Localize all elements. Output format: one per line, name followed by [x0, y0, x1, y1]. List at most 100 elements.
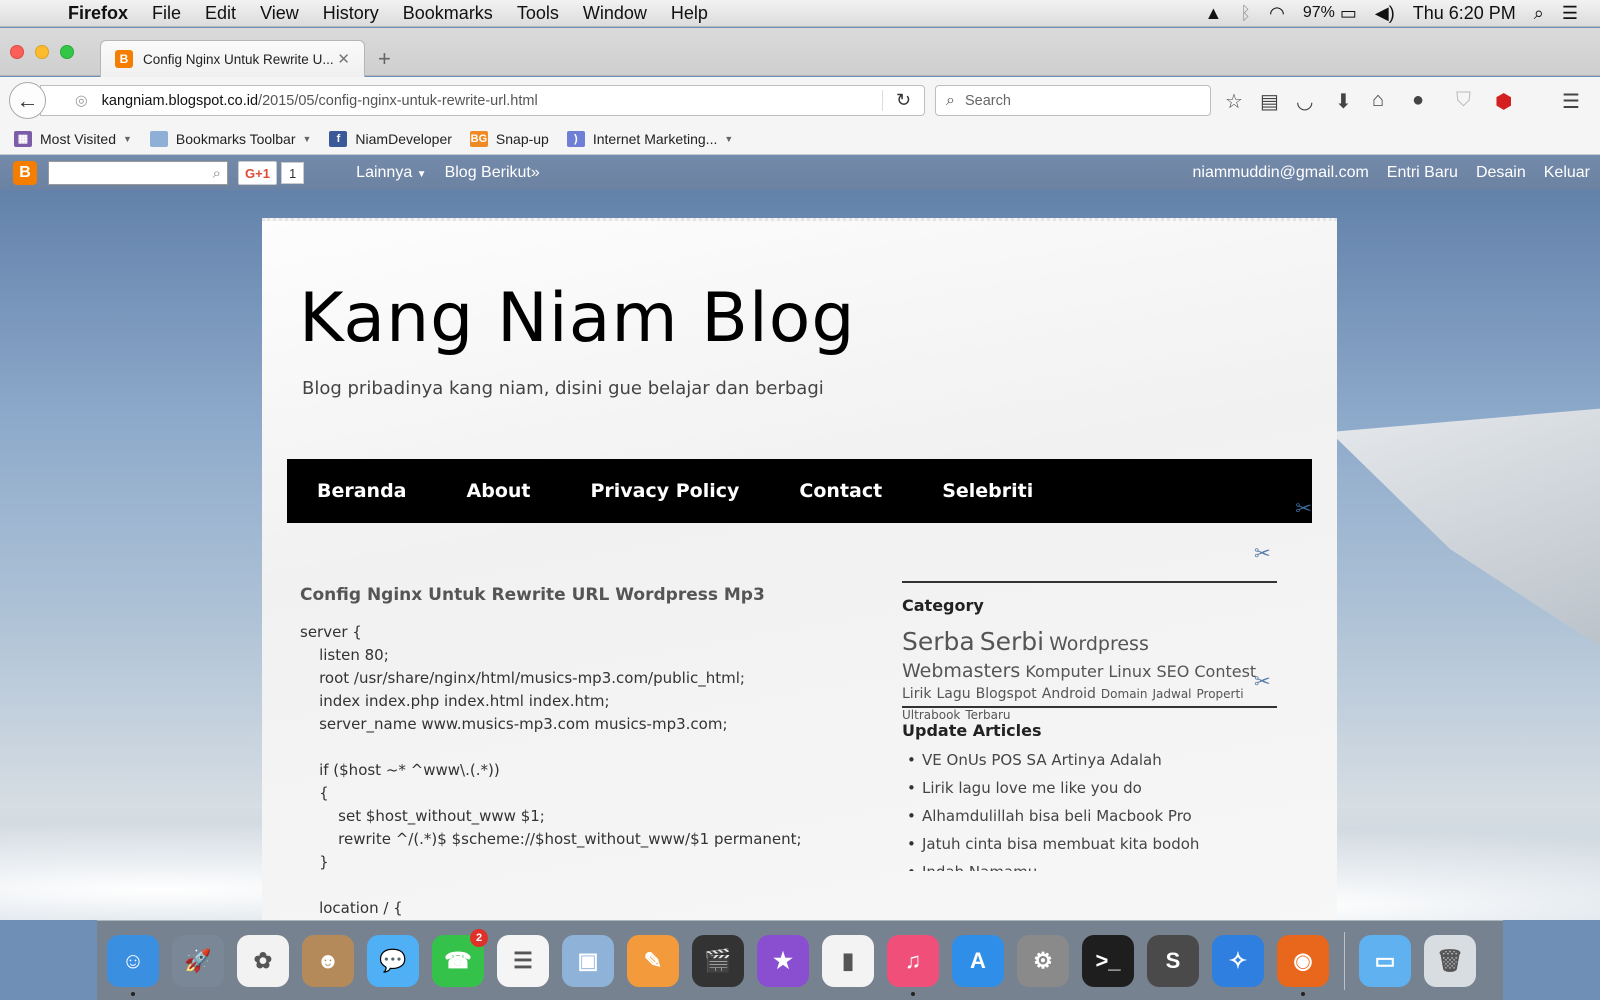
downloads-icon[interactable]: ⬇: [1335, 89, 1352, 114]
reload-icon[interactable]: ↻: [882, 90, 924, 111]
menu-help[interactable]: Help: [659, 3, 720, 24]
design-link[interactable]: Desain: [1476, 164, 1526, 182]
bookmark-most-visited[interactable]: ▦ Most Visited ▼: [14, 130, 132, 147]
photos-icon[interactable]: ✿: [237, 934, 289, 987]
bookmark-internet-marketing[interactable]: ) Internet Marketing... ▼: [566, 130, 733, 147]
tab-close-icon[interactable]: ✕: [337, 50, 350, 68]
spotlight-icon[interactable]: ⌕: [1534, 3, 1544, 24]
update-article-link[interactable]: Indah Namamu: [902, 858, 1277, 871]
nav-privacy-policy[interactable]: Privacy Policy: [590, 480, 739, 502]
folder-icon[interactable]: ▭: [1359, 934, 1411, 987]
category-label-link[interactable]: Blogspot: [976, 685, 1037, 703]
edit-widget-icon[interactable]: ✂: [1254, 669, 1271, 694]
update-article-link[interactable]: Lirik lagu love me like you do: [902, 774, 1277, 802]
site-info-icon[interactable]: ◎: [75, 93, 88, 109]
category-label-link[interactable]: Contest: [1194, 662, 1256, 683]
menu-app-firefox[interactable]: Firefox: [66, 3, 140, 24]
safari-icon[interactable]: ✧: [1212, 934, 1264, 987]
category-label-link[interactable]: Wordpress: [1049, 632, 1149, 657]
post-title[interactable]: Config Nginx Untuk Rewrite URL Wordpress…: [300, 585, 860, 605]
trash-icon[interactable]: 🗑: [1424, 934, 1476, 987]
menu-bookmarks[interactable]: Bookmarks: [391, 3, 505, 24]
messages-icon[interactable]: 💬: [367, 934, 419, 987]
battery-icon[interactable]: ▭: [1340, 3, 1357, 24]
category-label-link[interactable]: Domain: [1101, 687, 1148, 703]
pages-icon[interactable]: ✎: [627, 934, 679, 987]
category-label-link[interactable]: Properti: [1197, 687, 1244, 703]
blogger-logo-icon[interactable]: B: [13, 161, 37, 185]
edit-widget-icon[interactable]: ✂: [1254, 541, 1271, 566]
bookmark-star-icon[interactable]: ☆: [1225, 89, 1243, 114]
contacts-icon[interactable]: ☻: [302, 934, 354, 987]
update-article-link[interactable]: Jatuh cinta bisa membuat kita bodoh: [902, 830, 1277, 858]
window-minimize-button[interactable]: [35, 45, 49, 59]
new-post-link[interactable]: Entri Baru: [1387, 164, 1458, 182]
terminal-icon[interactable]: >_: [1082, 934, 1134, 987]
menu-window[interactable]: Window: [571, 3, 659, 24]
update-article-link[interactable]: Alhamdulillah bisa beli Macbook Pro: [902, 802, 1277, 830]
category-label-link[interactable]: Serbi: [980, 626, 1044, 659]
blog-title[interactable]: Kang Niam Blog: [299, 279, 856, 358]
imovie-icon[interactable]: ★: [757, 934, 809, 987]
next-blog-link[interactable]: Blog Berikut»: [445, 164, 540, 182]
notification-center-icon[interactable]: ☰: [1562, 3, 1578, 24]
search-icon[interactable]: ⌕: [213, 165, 221, 182]
category-label-link[interactable]: Webmasters: [902, 659, 1020, 684]
nav-contact[interactable]: Contact: [799, 480, 882, 502]
numbers-icon[interactable]: ▮: [822, 934, 874, 987]
volume-icon[interactable]: ◀): [1375, 3, 1395, 24]
bookmark-snap-up[interactable]: BG Snap-up: [469, 130, 549, 147]
bluetooth-icon[interactable]: ᛒ: [1240, 3, 1251, 24]
new-tab-button[interactable]: +: [378, 46, 391, 72]
category-label-link[interactable]: SEO: [1157, 662, 1190, 683]
menu-view[interactable]: View: [248, 3, 311, 24]
update-article-link[interactable]: VE OnUs POS SA Artinya Adalah: [902, 746, 1277, 774]
gplus-button[interactable]: G+1 1: [238, 161, 305, 185]
nav-selebriti[interactable]: Selebriti: [942, 480, 1033, 502]
window-close-button[interactable]: [10, 45, 24, 59]
category-label-link[interactable]: Jadwal: [1153, 687, 1192, 703]
url-bar[interactable]: ◎ kangniam.blogspot.co.id /2015/05/confi…: [40, 85, 925, 116]
category-label-link[interactable]: Serba: [902, 626, 975, 659]
search-input[interactable]: ⌕ Search: [935, 85, 1211, 116]
preview-icon[interactable]: ▣: [562, 934, 614, 987]
system-preferences-icon[interactable]: ⚙: [1017, 934, 1069, 987]
wifi-icon[interactable]: ◠: [1269, 3, 1285, 24]
menu-tools[interactable]: Tools: [505, 3, 571, 24]
firefox-icon[interactable]: ◉: [1277, 934, 1329, 996]
final-cut-icon[interactable]: 🎬: [692, 934, 744, 987]
pocket-icon[interactable]: ◡: [1296, 89, 1313, 114]
nav-about[interactable]: About: [467, 480, 531, 502]
more-dropdown[interactable]: Lainnya ▼: [356, 164, 426, 182]
blog-search-input[interactable]: ⌕: [48, 161, 228, 185]
shield-icon[interactable]: ⛉: [1456, 89, 1471, 112]
finder-icon[interactable]: ☺: [107, 934, 159, 996]
home-icon[interactable]: ⌂: [1372, 89, 1384, 112]
adblock-icon[interactable]: ⬢: [1495, 89, 1512, 114]
chat-icon[interactable]: ●: [1412, 89, 1424, 112]
nav-beranda[interactable]: Beranda: [317, 480, 407, 502]
bookmark-niamdeveloper[interactable]: f NiamDeveloper: [329, 130, 452, 147]
reading-list-icon[interactable]: ▤: [1260, 89, 1279, 114]
back-button[interactable]: ←: [9, 82, 46, 119]
reminders-icon[interactable]: ☰: [497, 934, 549, 987]
facetime-icon[interactable]: ☎ 2: [432, 928, 488, 987]
sublime-text-icon[interactable]: S: [1147, 934, 1199, 987]
user-email-link[interactable]: niammuddin@gmail.com: [1192, 164, 1368, 182]
edit-widget-icon[interactable]: ✂: [1295, 496, 1312, 521]
category-label-link[interactable]: Lagu: [936, 685, 970, 703]
google-drive-icon[interactable]: ▲: [1204, 3, 1222, 24]
menu-edit[interactable]: Edit: [193, 3, 248, 24]
bookmark-bookmarks-toolbar[interactable]: Bookmarks Toolbar ▼: [149, 130, 311, 147]
tab-active[interactable]: B Config Nginx Untuk Rewrite U... ✕: [100, 40, 365, 77]
launchpad-icon[interactable]: 🚀: [172, 934, 224, 987]
category-label-link[interactable]: Lirik: [902, 685, 931, 703]
app-store-icon[interactable]: A: [952, 934, 1004, 987]
category-label-link[interactable]: Android: [1042, 685, 1096, 703]
clock[interactable]: Thu 6:20 PM: [1413, 3, 1516, 24]
category-label-link[interactable]: Komputer: [1025, 662, 1103, 683]
hamburger-menu-icon[interactable]: ☰: [1562, 89, 1580, 114]
itunes-icon[interactable]: ♫: [887, 934, 939, 996]
menu-history[interactable]: History: [311, 3, 391, 24]
menu-file[interactable]: File: [140, 3, 193, 24]
